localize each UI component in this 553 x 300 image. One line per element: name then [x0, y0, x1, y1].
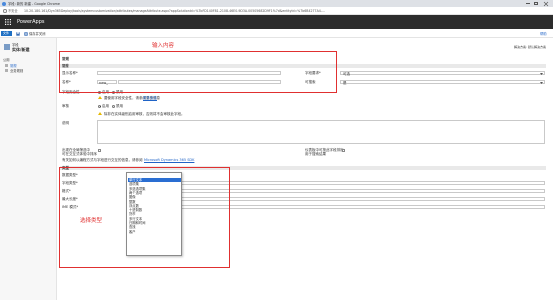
- sdk-link[interactable]: Microsoft Dynamics 365 SDK: [144, 158, 194, 162]
- save-icon[interactable]: [16, 31, 20, 36]
- auditing-disable-label: 禁用: [116, 104, 123, 108]
- business-rules-icon: [5, 69, 8, 72]
- info-icon[interactable]: [3, 9, 7, 13]
- app-name: PowerApps: [17, 19, 45, 25]
- sidebar-item-general[interactable]: 常规: [10, 64, 17, 68]
- general-icon: [5, 64, 8, 67]
- chrome-icon: [2, 1, 6, 6]
- security-more-info-link[interactable]: 更多信息: [143, 96, 157, 100]
- description-textarea[interactable]: [97, 120, 545, 144]
- annotation-select-type: 选择类型: [80, 218, 103, 224]
- left-navigation: 字段 实体/新建 公用 常规 业务规则: [0, 38, 57, 300]
- warning-icon: [98, 96, 102, 99]
- searchable-select[interactable]: 是: [340, 80, 545, 85]
- close-window-button[interactable]: [543, 1, 549, 7]
- global-filter-checkbox[interactable]: [98, 149, 101, 152]
- app-header: PowerApps: [0, 15, 553, 29]
- annotation-box-input: [59, 51, 337, 93]
- entity-subtitle: 实体/新建: [12, 47, 30, 52]
- browser-title-bar: 字段: 新的 新建 - Google Chrome: [0, 0, 553, 7]
- window-title: 字段: 新的 新建 - Google Chrome: [8, 1, 60, 6]
- warning-icon: [98, 112, 102, 115]
- entity-icon: [4, 44, 10, 50]
- sdk-note: 有关如何以编程方式与字段进行交互的信息，请参阅: [62, 158, 143, 162]
- minimize-button[interactable]: [526, 3, 530, 4]
- save-close-icon[interactable]: [24, 31, 28, 36]
- address-bar[interactable]: 不安全 10.20.180.161/Dyn365Deploy/tools/sys…: [0, 7, 553, 15]
- sidebar-item-business-rules[interactable]: 业务规则: [10, 69, 23, 73]
- app-launcher-icon[interactable]: [5, 19, 11, 25]
- auditing-disable-radio[interactable]: [112, 104, 115, 108]
- chevron-down-icon: [540, 81, 543, 84]
- save-close-label[interactable]: 保存并关闭: [29, 32, 45, 36]
- solution-label: 解决方案: 默认解决方案: [514, 45, 546, 49]
- help-label[interactable]: 帮助: [540, 32, 547, 36]
- annotation-input-content: 输入内容: [152, 43, 175, 49]
- search-results-label: 用于搜索结果: [305, 152, 326, 156]
- field-requirement-select[interactable]: 可选: [340, 71, 545, 76]
- nav-group-label: 公用: [3, 58, 10, 62]
- sortable-checkbox[interactable]: [342, 149, 345, 152]
- maximize-button[interactable]: [534, 1, 538, 5]
- url-text[interactable]: 10.20.180.161/Dyn365Deploy/tools/systemc…: [24, 9, 544, 13]
- auditing-label: 审核: [62, 104, 69, 108]
- auditing-enable-radio[interactable]: [98, 104, 101, 108]
- description-label: 说明: [62, 121, 69, 125]
- auditing-enable-label: 启用: [102, 104, 109, 108]
- command-bar: 文件 保存并关闭 帮助: [0, 29, 553, 38]
- not-secure-label: 不安全: [8, 8, 18, 13]
- audit-warning: 除非在实体级别启用审核，否则将不会审核此字段。: [104, 112, 185, 116]
- sortable-label: 可在交互式体验中排序: [62, 152, 97, 156]
- chevron-down-icon: [540, 72, 543, 75]
- file-label: 文件: [3, 31, 10, 35]
